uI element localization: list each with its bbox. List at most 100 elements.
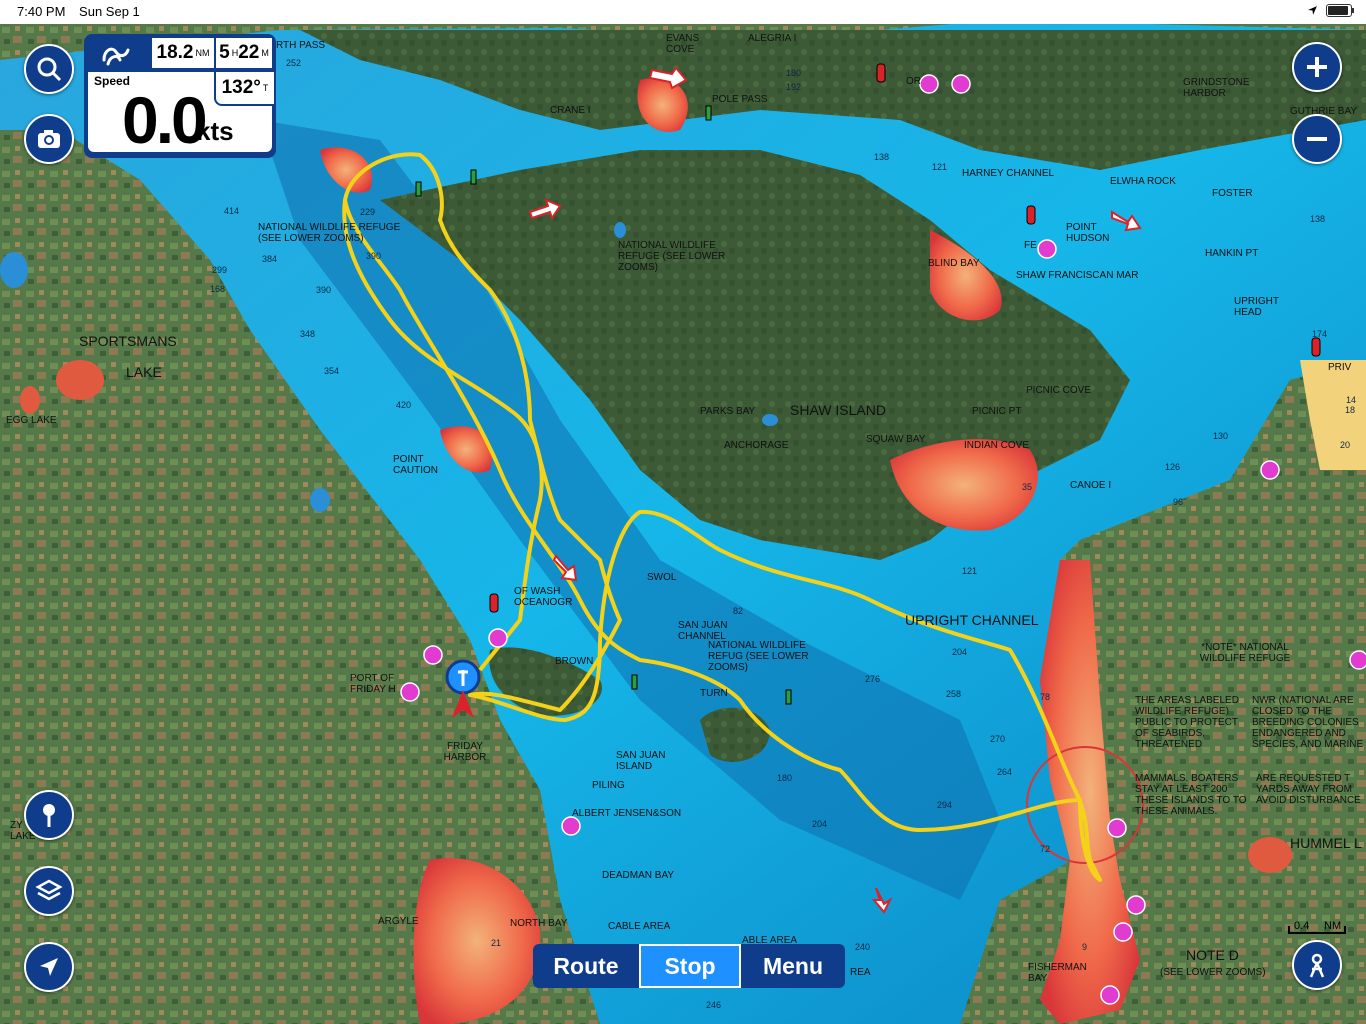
person-icon: [1309, 953, 1325, 978]
svg-text:130: 130: [1213, 431, 1228, 441]
map-label: BROWN: [555, 656, 594, 667]
map-label: PICNIC PT: [972, 406, 1022, 417]
route-button[interactable]: Route: [533, 944, 639, 988]
map-label: POINT CAUTION: [393, 454, 438, 476]
svg-text:18: 18: [1345, 405, 1355, 415]
svg-text:420: 420: [396, 400, 411, 410]
battery-icon: [1326, 4, 1354, 17]
map-label: ANCHORAGE: [724, 440, 789, 451]
svg-text:168: 168: [210, 284, 225, 294]
search-button[interactable]: [24, 44, 74, 94]
camera-icon: [38, 130, 60, 148]
account-button[interactable]: [1292, 940, 1342, 990]
bottom-action-bar: Route Stop Menu: [533, 944, 845, 988]
svg-text:180: 180: [786, 68, 801, 78]
map-label: OR: [906, 76, 921, 87]
map-label: NORTH BAY: [510, 918, 568, 929]
map-label: FE: [1024, 240, 1037, 251]
map-label: UPRIGHT HEAD: [1234, 296, 1279, 318]
svg-text:246: 246: [706, 1000, 721, 1010]
svg-text:35: 35: [1022, 482, 1032, 492]
svg-text:348: 348: [300, 329, 315, 339]
svg-text:258: 258: [946, 689, 961, 699]
svg-text:270: 270: [990, 734, 1005, 744]
svg-text:121: 121: [932, 162, 947, 172]
map-label: SPORTSMANS: [79, 333, 177, 349]
navigation-arrow-icon: [40, 958, 58, 976]
course-readout: 132° T: [214, 72, 274, 106]
map-label: DEADMAN BAY: [602, 870, 675, 881]
camera-button[interactable]: [24, 114, 74, 164]
svg-text:390: 390: [366, 251, 381, 261]
svg-text:14: 14: [1346, 395, 1356, 405]
speed-value: 0.0: [122, 83, 208, 157]
zoom-in-button[interactable]: [1292, 42, 1342, 92]
map-label: HARNEY CHANNEL: [962, 168, 1055, 179]
svg-text:192: 192: [786, 82, 801, 92]
layers-button[interactable]: [24, 866, 74, 916]
svg-text:96: 96: [1173, 497, 1183, 507]
map-label: SWOL: [647, 572, 677, 583]
svg-text:240: 240: [855, 942, 870, 952]
map-label: SAN JUAN CHANNEL: [678, 620, 728, 642]
svg-text:390: 390: [316, 285, 331, 295]
search-icon: [37, 57, 62, 82]
map-label: ALBERT JENSEN&SON: [572, 808, 682, 819]
map-label: NWR (NATIONAL ARE CLOSED TO THE BREEDING…: [1252, 695, 1364, 750]
svg-text:204: 204: [812, 819, 827, 829]
map-label: PORT OF FRIDAY H: [350, 673, 396, 695]
layers-icon: [35, 879, 63, 901]
svg-text:354: 354: [324, 366, 339, 376]
map-label: EVANS COVE: [666, 33, 700, 55]
map-label: (SEE LOWER ZOOMS): [1160, 967, 1266, 978]
map-label: HANKIN PT: [1205, 248, 1259, 259]
map-label: CABLE AREA: [608, 921, 671, 932]
map-label: CRANE I: [550, 105, 591, 116]
map-label: FOSTER: [1212, 188, 1253, 199]
locate-button[interactable]: [24, 942, 74, 992]
svg-text:9: 9: [1082, 942, 1087, 952]
svg-text:180: 180: [777, 773, 792, 783]
navigation-dashboard[interactable]: 18.2 NM 5 H 22 M 132° T Speed 0.0 kts: [84, 34, 276, 158]
svg-text:82: 82: [733, 606, 743, 616]
map-label: NOTE D: [1186, 947, 1239, 963]
speed-unit: kts: [196, 116, 234, 146]
map-label: POLE PASS: [712, 94, 768, 105]
time-to-go: 5 H 22 M: [216, 38, 272, 68]
svg-text:299: 299: [212, 265, 227, 275]
map-label: BLIND BAY: [928, 258, 980, 269]
svg-text:252: 252: [286, 58, 301, 68]
map-label: THE AREAS LABELED WILDLIFE REFUGE) PUBLI…: [1135, 695, 1239, 750]
map-label: OF WASH OCEANOGR: [514, 586, 573, 608]
svg-text:204: 204: [952, 647, 967, 657]
distance-to-go: 18.2 NM: [152, 38, 214, 68]
zoom-out-button[interactable]: [1292, 114, 1342, 164]
map-label: UPRIGHT CHANNEL: [905, 612, 1039, 628]
svg-text:126: 126: [1165, 462, 1180, 472]
map-label: ELWHA ROCK: [1110, 176, 1176, 187]
map-label: SQUAW BAY: [866, 434, 926, 445]
map-label: ALEGRIA I: [748, 33, 797, 44]
waypoint-button[interactable]: [24, 790, 74, 840]
map-label: PARKS BAY: [700, 406, 756, 417]
map-label: SHAW ISLAND: [790, 402, 886, 418]
map-label: PILING: [592, 780, 625, 791]
svg-text:276: 276: [865, 674, 880, 684]
brand-logo-icon: [102, 47, 130, 66]
map-label: NATIONAL WILDLIFE REFUGE (SEE LOWER ZOOM…: [618, 240, 726, 273]
svg-text:21: 21: [491, 938, 501, 948]
svg-text:72: 72: [1040, 844, 1050, 854]
svg-text:384: 384: [262, 254, 277, 264]
map-label: NATIONAL WILDLIFE REFUG (SEE LOWER ZOOMS…: [708, 640, 809, 673]
map-label: TURN: [700, 688, 728, 699]
location-arrow-icon: [1308, 6, 1317, 15]
map-label: SAN JUAN ISLAND: [616, 750, 666, 772]
map-label: FISHERMAN BAY: [1028, 962, 1087, 984]
map-label: SHAW FRANCISCAN MAR: [1016, 270, 1139, 281]
svg-text:78: 78: [1040, 692, 1050, 702]
status-date: Sun Sep 1: [79, 4, 140, 19]
stop-button[interactable]: Stop: [639, 944, 741, 988]
map-label: INDIAN COVE: [964, 440, 1030, 451]
map-label: RTH PASS: [276, 40, 326, 51]
menu-button[interactable]: Menu: [741, 944, 845, 988]
